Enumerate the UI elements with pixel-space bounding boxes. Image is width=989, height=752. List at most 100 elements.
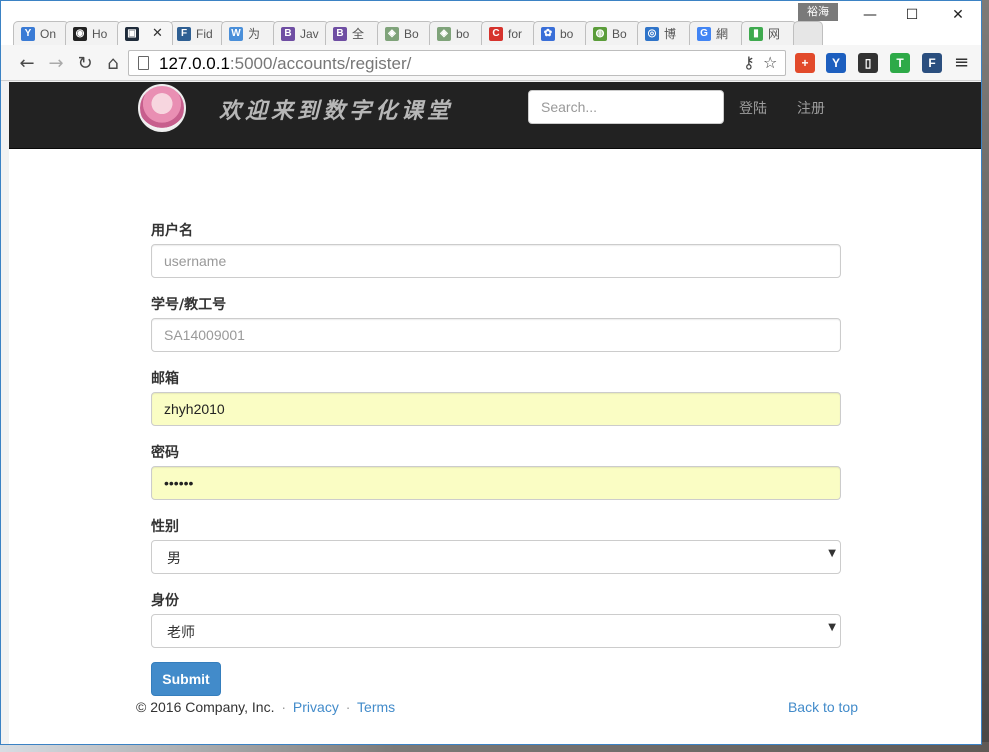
home-icon[interactable]: ⌂ <box>102 52 124 74</box>
tab-title: 博 <box>664 27 677 41</box>
tab-favicon-icon: ▣ <box>125 26 139 41</box>
browser-tab[interactable]: W为 <box>221 21 277 45</box>
menu-icon[interactable]: ≡ <box>954 52 969 73</box>
nav-register-link[interactable]: 注册 <box>797 98 825 118</box>
tab-favicon-icon: ✿ <box>541 26 555 41</box>
tab-title: bo <box>560 26 574 41</box>
forward-icon[interactable]: → <box>45 52 67 74</box>
tab-favicon-icon: B <box>281 26 295 41</box>
submit-button[interactable]: Submit <box>151 662 221 696</box>
tab-favicon-icon: ▮ <box>749 26 763 41</box>
browser-tab[interactable]: ✿ bo <box>533 21 589 45</box>
browser-tab[interactable]: ◎ 博 <box>637 21 693 45</box>
tab-title: Jav <box>300 26 319 41</box>
nav-login-link[interactable]: 登陆 <box>739 98 767 118</box>
url-path: :5000/accounts/register/ <box>229 54 412 73</box>
tab-title: Bo <box>612 26 627 41</box>
tab-favicon-icon: F <box>177 26 191 41</box>
browser-tab[interactable]: ◍ Bo <box>585 21 641 45</box>
role-label: 身份 <box>151 593 179 609</box>
extension-icon[interactable]: Y <box>826 53 846 73</box>
browser-toolbar: ← → ↻ ⌂ 127.0.0.1:5000/accounts/register… <box>1 45 981 81</box>
tab-title: Bo <box>404 26 419 41</box>
password-label: 密码 <box>151 445 179 461</box>
gender-select[interactable]: 男 ▼ <box>151 540 841 574</box>
dropdown-arrow-icon: ▼ <box>828 548 836 559</box>
tab-title: for <box>508 26 523 41</box>
gender-label: 性别 <box>151 519 179 535</box>
email-input[interactable] <box>151 392 841 426</box>
tab-title: 網 <box>716 27 729 41</box>
back-icon[interactable]: ← <box>16 52 38 74</box>
footer-separator: · <box>281 699 287 715</box>
tab-title: 全 <box>352 27 365 41</box>
site-footer: © 2016 Company, Inc. · Privacy · Terms B… <box>136 699 858 719</box>
close-window-icon[interactable]: ✕ <box>944 5 972 25</box>
browser-tab[interactable]: ▣ ✕ <box>117 21 173 45</box>
tab-favicon-icon: ◈ <box>437 26 451 41</box>
tab-title: Fid <box>196 26 213 41</box>
close-tab-icon[interactable]: ✕ <box>152 26 163 41</box>
browser-tab[interactable]: Y On <box>13 21 69 45</box>
register-form: 用户名 学号/教工号 邮箱 密码 •••••• 性别 男 ▼ 身份 老师 ▼ S… <box>151 220 841 696</box>
gender-selected-value: 男 <box>151 540 841 574</box>
bookmark-star-icon[interactable]: ☆ <box>763 53 777 72</box>
footer-separator: · <box>345 699 351 715</box>
extension-icon[interactable]: ▯ <box>858 53 878 73</box>
tab-title: On <box>40 26 57 41</box>
page-icon <box>138 56 149 70</box>
tab-favicon-icon: ◉ <box>73 26 87 41</box>
new-tab-button[interactable] <box>793 21 823 45</box>
username-input[interactable] <box>151 244 841 278</box>
browser-tab[interactable]: B全 <box>325 21 381 45</box>
site-navbar: 欢迎来到数字化课堂 登陆 注册 <box>9 82 981 149</box>
minimize-icon[interactable]: — <box>856 5 884 25</box>
tab-title: 为 <box>248 27 261 41</box>
browser-tab[interactable]: ▮ 网 <box>741 21 797 45</box>
password-masked-value: •••••• <box>164 475 194 491</box>
email-label: 邮箱 <box>151 371 179 387</box>
browser-tab[interactable]: B Jav <box>273 21 329 45</box>
browser-tab[interactable]: ◈ Bo <box>377 21 433 45</box>
tab-strip: Y On ◉ Ho ▣ ✕ F Fid W 为 B Jav B 全 ◈ Bo ◈ bo Cfor ✿ bo ◍ Bo ◎ 博 G 網… <box>1 1 981 45</box>
browser-tab[interactable]: ◈ bo <box>429 21 485 45</box>
tab-favicon-icon: G <box>697 26 711 41</box>
tab-title: Ho <box>92 26 108 41</box>
footer-terms-link[interactable]: Terms <box>357 699 395 715</box>
search-input[interactable] <box>528 90 724 124</box>
browser-tab[interactable]: F Fid <box>169 21 225 45</box>
tab-list: Y On ◉ Ho ▣ ✕ F Fid W 为 B Jav B 全 ◈ Bo ◈ bo Cfor ✿ bo ◍ Bo ◎ 博 G 網… <box>13 21 823 45</box>
tab-title: 网 <box>768 27 781 41</box>
site-logo-avatar[interactable] <box>138 84 186 132</box>
tab-favicon-icon: C <box>489 26 503 41</box>
student-id-input[interactable] <box>151 318 841 352</box>
role-selected-value: 老师 <box>151 614 841 648</box>
page-viewport: 欢迎来到数字化课堂 登陆 注册 用户名 学号/教工号 邮箱 密码 •••••• … <box>9 82 981 744</box>
extension-icon[interactable]: T <box>890 53 910 73</box>
back-to-top-link[interactable]: Back to top <box>788 699 858 715</box>
tab-favicon-icon: B <box>333 26 347 41</box>
url-host: 127.0.0.1 <box>159 54 230 73</box>
role-select[interactable]: 老师 ▼ <box>151 614 841 648</box>
key-icon[interactable]: ⚷ <box>743 53 755 72</box>
profile-badge[interactable]: 裕海 <box>798 3 838 21</box>
username-label: 用户名 <box>151 223 193 239</box>
password-input[interactable]: •••••• <box>151 466 841 500</box>
footer-copyright: © 2016 Company, Inc. <box>136 699 275 715</box>
tab-favicon-icon: ◈ <box>385 26 399 41</box>
footer-privacy-link[interactable]: Privacy <box>293 699 339 715</box>
site-brand[interactable]: 欢迎来到数字化课堂 <box>219 93 453 125</box>
url-text[interactable]: 127.0.0.1:5000/accounts/register/ <box>159 54 411 74</box>
browser-tab[interactable]: Cfor <box>481 21 537 45</box>
tab-favicon-icon: W <box>229 26 243 41</box>
extension-icon[interactable]: F <box>922 53 942 73</box>
reload-icon[interactable]: ↻ <box>74 52 96 74</box>
student-id-label: 学号/教工号 <box>151 297 227 313</box>
address-bar[interactable]: 127.0.0.1:5000/accounts/register/ ⚷ ☆ <box>128 50 786 76</box>
browser-tab[interactable]: G網 <box>689 21 745 45</box>
maximize-icon[interactable]: ☐ <box>898 5 926 25</box>
browser-window: Y On ◉ Ho ▣ ✕ F Fid W 为 B Jav B 全 ◈ Bo ◈ bo Cfor ✿ bo ◍ Bo ◎ 博 G 網… <box>0 0 982 745</box>
extension-icon[interactable]: + <box>795 53 815 73</box>
browser-tab[interactable]: ◉ Ho <box>65 21 121 45</box>
tab-favicon-icon: ◍ <box>593 26 607 41</box>
